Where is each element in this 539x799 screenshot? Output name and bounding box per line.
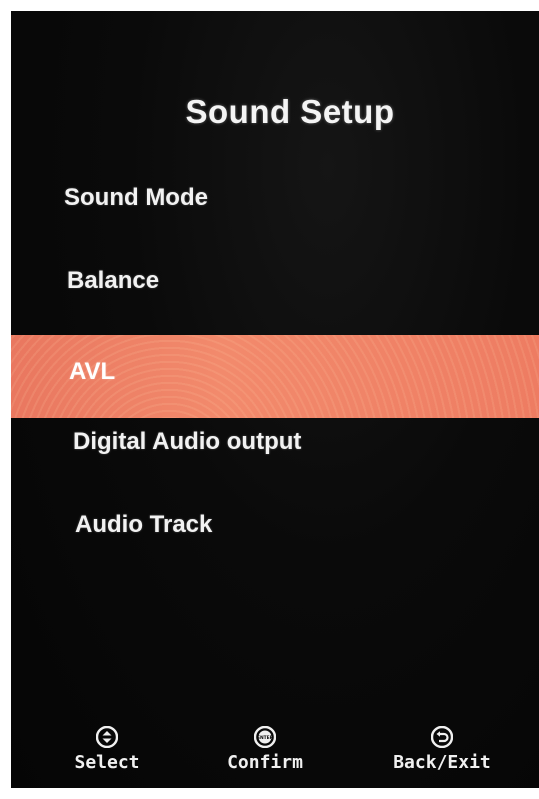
sound-setup-menu: Sound Mode Balance AVL Digital Audio out…	[11, 174, 539, 584]
menu-item-digital-audio-output[interactable]: Digital Audio output	[11, 418, 539, 501]
menu-item-label: AVL	[69, 358, 116, 385]
hint-confirm: ENTER Confirm	[219, 716, 311, 773]
hint-back-exit: Back/Exit	[384, 716, 500, 773]
tv-screen: Sound Setup Sound Mode Balance AVL Digit…	[11, 11, 539, 788]
hint-back-label: Back/Exit	[393, 752, 491, 773]
menu-item-label: Audio Track	[75, 511, 213, 538]
back-arrow-icon	[431, 726, 453, 748]
menu-item-avl[interactable]: AVL	[11, 335, 539, 418]
up-down-arrows-icon	[96, 726, 118, 748]
footer-hints: Select ENTER Confirm Back/Exit	[11, 716, 539, 788]
menu-item-label: Digital Audio output	[73, 428, 302, 455]
menu-item-audio-track[interactable]: Audio Track	[11, 501, 539, 584]
menu-item-balance[interactable]: Balance	[11, 257, 539, 339]
menu-item-sound-mode[interactable]: Sound Mode	[11, 174, 539, 257]
menu-item-label: Balance	[67, 267, 160, 294]
enter-icon-text: ENTER	[257, 735, 274, 741]
hint-select-label: Select	[74, 752, 140, 773]
enter-icon: ENTER	[254, 726, 276, 748]
menu-item-label: Sound Mode	[64, 184, 208, 211]
hint-confirm-label: Confirm	[227, 752, 303, 773]
menu-title: Sound Setup	[185, 93, 395, 130]
hint-select: Select	[71, 716, 143, 773]
